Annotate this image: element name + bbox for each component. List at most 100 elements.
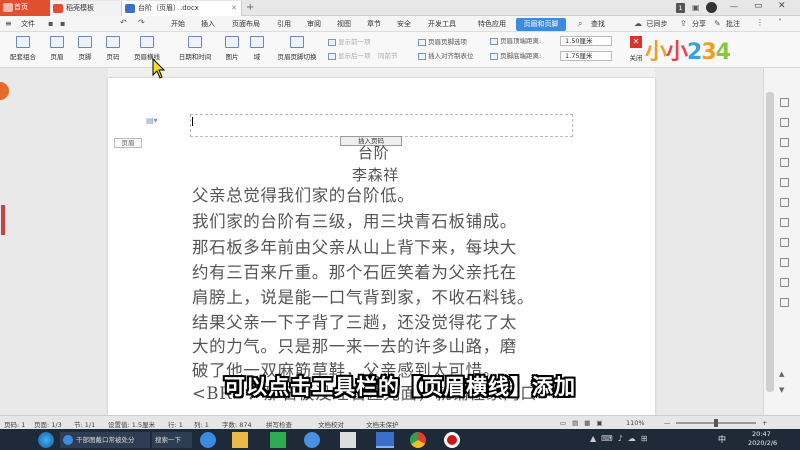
taskbar-cloud-icon[interactable] xyxy=(304,432,320,448)
date-time-button[interactable]: 日期和时间 xyxy=(172,36,218,61)
taskbar-cursor-icon[interactable] xyxy=(340,432,356,448)
menu-reference[interactable]: 引用 xyxy=(272,18,296,31)
footer-bottom-distance-input[interactable]: 1.75厘米 xyxy=(560,51,612,61)
taskbar-wps-icon[interactable] xyxy=(376,432,394,448)
kit-button[interactable]: 配套组合 xyxy=(4,36,42,61)
navigation-icon[interactable] xyxy=(780,178,789,187)
show-prev-button[interactable]: 显示前一项 xyxy=(328,37,371,48)
footer-button[interactable]: 页脚 xyxy=(72,36,98,61)
backup-icon[interactable] xyxy=(780,238,789,247)
share-button[interactable]: 分享 xyxy=(688,18,710,31)
menu-layout[interactable]: 页面布局 xyxy=(226,18,266,31)
scrollbar-thumb[interactable] xyxy=(766,92,774,392)
insert-align-tab-button[interactable]: 插入对齐制表位 xyxy=(418,51,474,62)
doc-title: 台阶 xyxy=(358,144,390,162)
comment-button[interactable]: 批注 xyxy=(722,18,744,31)
clock-date[interactable]: 2020/2/6 xyxy=(748,439,777,447)
skin-icon[interactable]: ▣ xyxy=(692,3,700,12)
translate-icon[interactable] xyxy=(780,258,789,267)
picture-icon xyxy=(225,36,239,48)
zoom-in-icon[interactable]: + xyxy=(762,419,767,427)
menu-view[interactable]: 视图 xyxy=(332,18,356,31)
menu-insert[interactable]: 插入 xyxy=(196,18,220,31)
maximize-button[interactable]: ▭ xyxy=(754,1,763,11)
header-dropdown-icon[interactable]: ▤▾ xyxy=(146,116,158,125)
hamburger-icon[interactable]: ≡ xyxy=(5,19,12,28)
zoom-slider-thumb[interactable] xyxy=(714,419,718,427)
status-spell[interactable]: 拼写检查 xyxy=(266,419,292,429)
select-icon[interactable] xyxy=(780,98,789,107)
header-footer-options-button[interactable]: 页眉页脚选项 xyxy=(418,37,467,48)
tab-home[interactable]: 首页 xyxy=(0,0,50,16)
same-as-prev-button[interactable]: 同前节 xyxy=(378,51,398,62)
collapse-ribbon-icon[interactable]: ˄ xyxy=(778,18,782,27)
help-icon[interactable] xyxy=(780,278,789,287)
menu-features[interactable]: 特色应用 xyxy=(472,18,512,31)
taskbar-record-icon[interactable] xyxy=(444,432,460,448)
new-tab-button[interactable]: + xyxy=(246,2,254,13)
close-window-button[interactable]: ✕ xyxy=(778,1,786,11)
clock-time[interactable]: 20:47 xyxy=(752,430,771,438)
switch-header-footer-button[interactable]: 页眉页脚切换 xyxy=(272,36,322,61)
zoom-out-icon[interactable]: — xyxy=(664,419,671,427)
page-number-button[interactable]: 页码 xyxy=(100,36,126,61)
edit-icon[interactable] xyxy=(780,158,789,167)
close-header-footer-button[interactable]: ✕ 关闭 xyxy=(626,36,646,62)
more-icon[interactable]: ⋮ xyxy=(756,18,764,27)
footer-label: 页脚 xyxy=(78,53,92,61)
header-top-distance-input[interactable]: 1.50厘米 xyxy=(560,36,612,46)
undo-icon[interactable]: ↶ xyxy=(120,18,127,27)
tab-document[interactable]: 台阶（页眉）.docx ✕ xyxy=(122,1,242,16)
top-dist-text: 页眉顶端距离: xyxy=(500,37,542,45)
status-pages[interactable]: 页面: 1/3 xyxy=(34,419,62,429)
taskbar-folder-icon[interactable] xyxy=(232,432,248,448)
minimize-button[interactable]: — xyxy=(730,2,738,11)
tab-template[interactable]: 稻壳模板 xyxy=(50,1,122,16)
start-button[interactable] xyxy=(38,432,54,448)
search-icon[interactable]: ⌕ xyxy=(578,19,582,29)
menu-review[interactable]: 审阅 xyxy=(302,18,326,31)
header-button[interactable]: 页眉 xyxy=(44,36,70,61)
calendar-icon xyxy=(188,36,202,48)
switch-label: 页眉页脚切换 xyxy=(277,53,317,61)
format-icon[interactable] xyxy=(780,138,789,147)
redo-icon[interactable]: ↷ xyxy=(138,18,145,27)
taskbar-store-icon[interactable] xyxy=(270,432,286,448)
share-panel-icon[interactable] xyxy=(780,218,789,227)
zoom-level[interactable]: 110% xyxy=(626,419,645,427)
taskbar-search[interactable]: 搜索一下 xyxy=(152,432,192,448)
user-avatar[interactable] xyxy=(706,2,717,13)
cloud-icon[interactable] xyxy=(780,198,789,207)
header-label: 页眉 xyxy=(50,53,64,61)
menu-header-footer[interactable]: 页眉和页脚 xyxy=(516,18,566,31)
save-icon[interactable]: ▪ xyxy=(48,19,53,28)
input-language[interactable]: 中 xyxy=(718,434,726,445)
status-words[interactable]: 字数: 874 xyxy=(222,419,252,429)
menu-start[interactable]: 开始 xyxy=(166,18,190,31)
status-bar: 页码: 1 页面: 1/3 节: 1/1 设置值: 1.5厘米 行: 1 列: … xyxy=(0,415,800,429)
print-icon[interactable]: ▪ xyxy=(60,19,65,28)
menu-chapter[interactable]: 章节 xyxy=(362,18,386,31)
view-mode-icons[interactable]: ▭▤▦▣ xyxy=(560,419,609,427)
menu-developer[interactable]: 开发工具 xyxy=(422,18,462,31)
status-unprotected[interactable]: 文档未保护 xyxy=(366,419,399,429)
sync-status[interactable]: 已同步 xyxy=(642,18,672,31)
search-button[interactable]: 查找 xyxy=(586,18,610,31)
doc-line-2: 我们家的台阶有三级，用三块青石板铺成。 xyxy=(192,212,517,231)
taskbar-chrome-icon[interactable] xyxy=(410,432,426,448)
tray-icons[interactable]: ▲⌨♪☁⊞ xyxy=(590,434,653,443)
close-tab-icon[interactable]: ✕ xyxy=(231,1,237,16)
document-page[interactable]: ▤▾ 页眉 插入页码 台阶 李森祥 父亲总觉得我们家的台阶低。 我们家的台阶有三… xyxy=(108,78,655,415)
settings-icon[interactable] xyxy=(780,298,789,307)
taskbar-ie-icon[interactable] xyxy=(200,432,216,448)
menu-security[interactable]: 安全 xyxy=(392,18,416,31)
picture-button[interactable]: 图片 xyxy=(220,36,244,61)
style-icon[interactable] xyxy=(780,118,789,127)
field-button[interactable]: 域 xyxy=(246,36,268,61)
header-edit-area[interactable] xyxy=(190,114,573,137)
side-float-button[interactable] xyxy=(0,82,9,100)
taskbar-app-browser[interactable]: 干部图戴口常被处分 xyxy=(60,432,150,448)
show-next-button[interactable]: 显示后一项 xyxy=(328,51,371,62)
menu-file[interactable]: 文件 xyxy=(16,18,40,31)
status-proof[interactable]: 文档校对 xyxy=(318,419,344,429)
